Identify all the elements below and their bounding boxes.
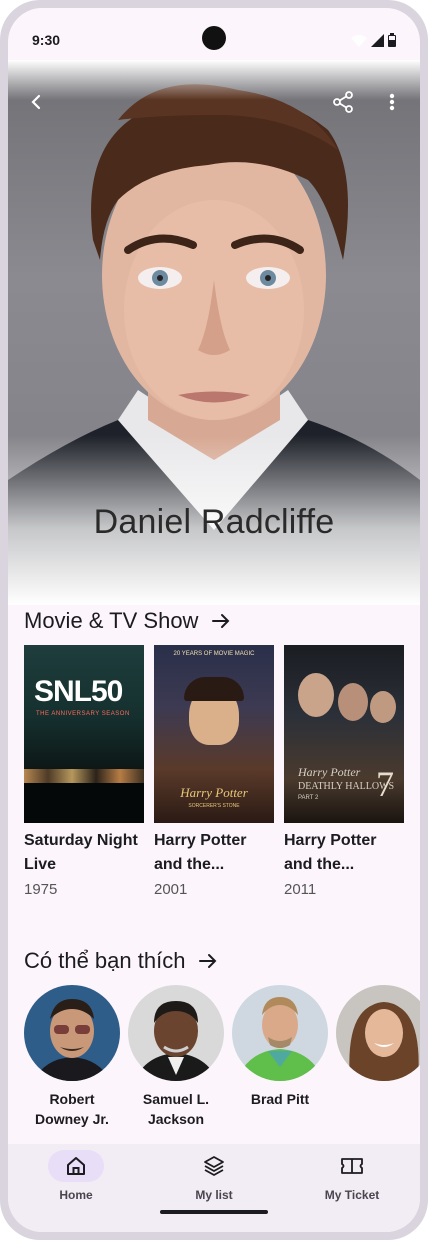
home-gesture-bar[interactable] bbox=[160, 1210, 268, 1214]
hero-banner: Daniel Radcliffe bbox=[8, 60, 420, 605]
person-avatar bbox=[336, 985, 420, 1081]
movie-title: Harry Potter and the... bbox=[284, 832, 377, 873]
arrow-right-icon bbox=[199, 953, 217, 969]
bottom-navigation-bar: Home My list My Ticket bbox=[8, 1144, 420, 1232]
movie-poster: SNL50 THE ANNIVERSARY SEASON bbox=[24, 645, 144, 823]
more-options-button[interactable] bbox=[376, 86, 408, 118]
home-icon bbox=[67, 1157, 85, 1175]
person-name: Robert Downey Jr. bbox=[35, 1091, 109, 1127]
movie-year: 1975 bbox=[24, 881, 58, 898]
battery-icon bbox=[388, 33, 396, 47]
movie-poster: Harry Potter DEATHLY HALLOWS PART 2 7 bbox=[284, 645, 404, 823]
people-section-title: Có thể bạn thích bbox=[24, 948, 186, 973]
people-section-header[interactable]: Có thể bạn thích bbox=[24, 948, 217, 974]
movie-card[interactable]: Harry Potter DEATHLY HALLOWS PART 2 7 Ha… bbox=[284, 645, 404, 898]
more-vert-icon bbox=[389, 93, 395, 111]
person-name: Brad Pitt bbox=[250, 1091, 310, 1107]
share-button[interactable] bbox=[327, 86, 359, 118]
nav-item-home[interactable]: Home bbox=[16, 1150, 136, 1202]
movie-poster: 20 YEARS OF MOVIE MAGIC Harry Potter SOR… bbox=[154, 645, 274, 823]
layers-icon bbox=[204, 1156, 224, 1176]
nav-active-indicator bbox=[48, 1150, 104, 1182]
person-name-title: Daniel Radcliffe bbox=[93, 503, 335, 541]
status-time: 9:30 bbox=[32, 32, 61, 48]
movies-section-header[interactable]: Movie & TV Show bbox=[24, 608, 230, 634]
camera-cutout bbox=[202, 26, 226, 50]
back-arrow-icon bbox=[31, 94, 41, 110]
movie-title: Saturday Night Live bbox=[24, 832, 138, 873]
person-card[interactable] bbox=[336, 985, 420, 1089]
wifi-icon bbox=[351, 35, 367, 47]
person-avatar bbox=[128, 985, 224, 1081]
status-icons bbox=[351, 33, 396, 47]
person-card[interactable]: Brad Pitt bbox=[232, 985, 328, 1109]
nav-item-my-list[interactable]: My list bbox=[154, 1150, 274, 1202]
person-avatar bbox=[232, 985, 328, 1081]
ticket-icon bbox=[341, 1158, 363, 1174]
movies-section-title: Movie & TV Show bbox=[24, 608, 199, 633]
person-card[interactable]: Robert Downey Jr. bbox=[24, 985, 120, 1129]
arrow-right-icon bbox=[212, 613, 230, 629]
movie-year: 2001 bbox=[154, 881, 188, 898]
screen: 9:30 Daniel Radcliffe Movie & TV Show SN… bbox=[8, 8, 420, 1232]
movie-card[interactable]: 20 YEARS OF MOVIE MAGIC Harry Potter SOR… bbox=[154, 645, 274, 898]
nav-label: My list bbox=[195, 1188, 233, 1202]
person-name: Samuel L. Jackson bbox=[142, 1091, 210, 1127]
nav-label: Home bbox=[59, 1188, 93, 1202]
share-icon bbox=[333, 91, 353, 113]
back-button[interactable] bbox=[20, 86, 52, 118]
person-card[interactable]: Samuel L. Jackson bbox=[128, 985, 224, 1129]
movie-title: Harry Potter and the... bbox=[154, 832, 247, 873]
signal-icon bbox=[371, 34, 384, 47]
device-frame: 9:30 Daniel Radcliffe Movie & TV Show SN… bbox=[0, 0, 428, 1240]
nav-label: My Ticket bbox=[324, 1188, 380, 1202]
status-bar: 9:30 bbox=[8, 8, 420, 60]
person-avatar bbox=[24, 985, 120, 1081]
movie-year: 2011 bbox=[284, 881, 317, 898]
movie-card[interactable]: SNL50 THE ANNIVERSARY SEASON Saturday Ni… bbox=[24, 645, 144, 898]
nav-item-my-ticket[interactable]: My Ticket bbox=[292, 1150, 412, 1202]
